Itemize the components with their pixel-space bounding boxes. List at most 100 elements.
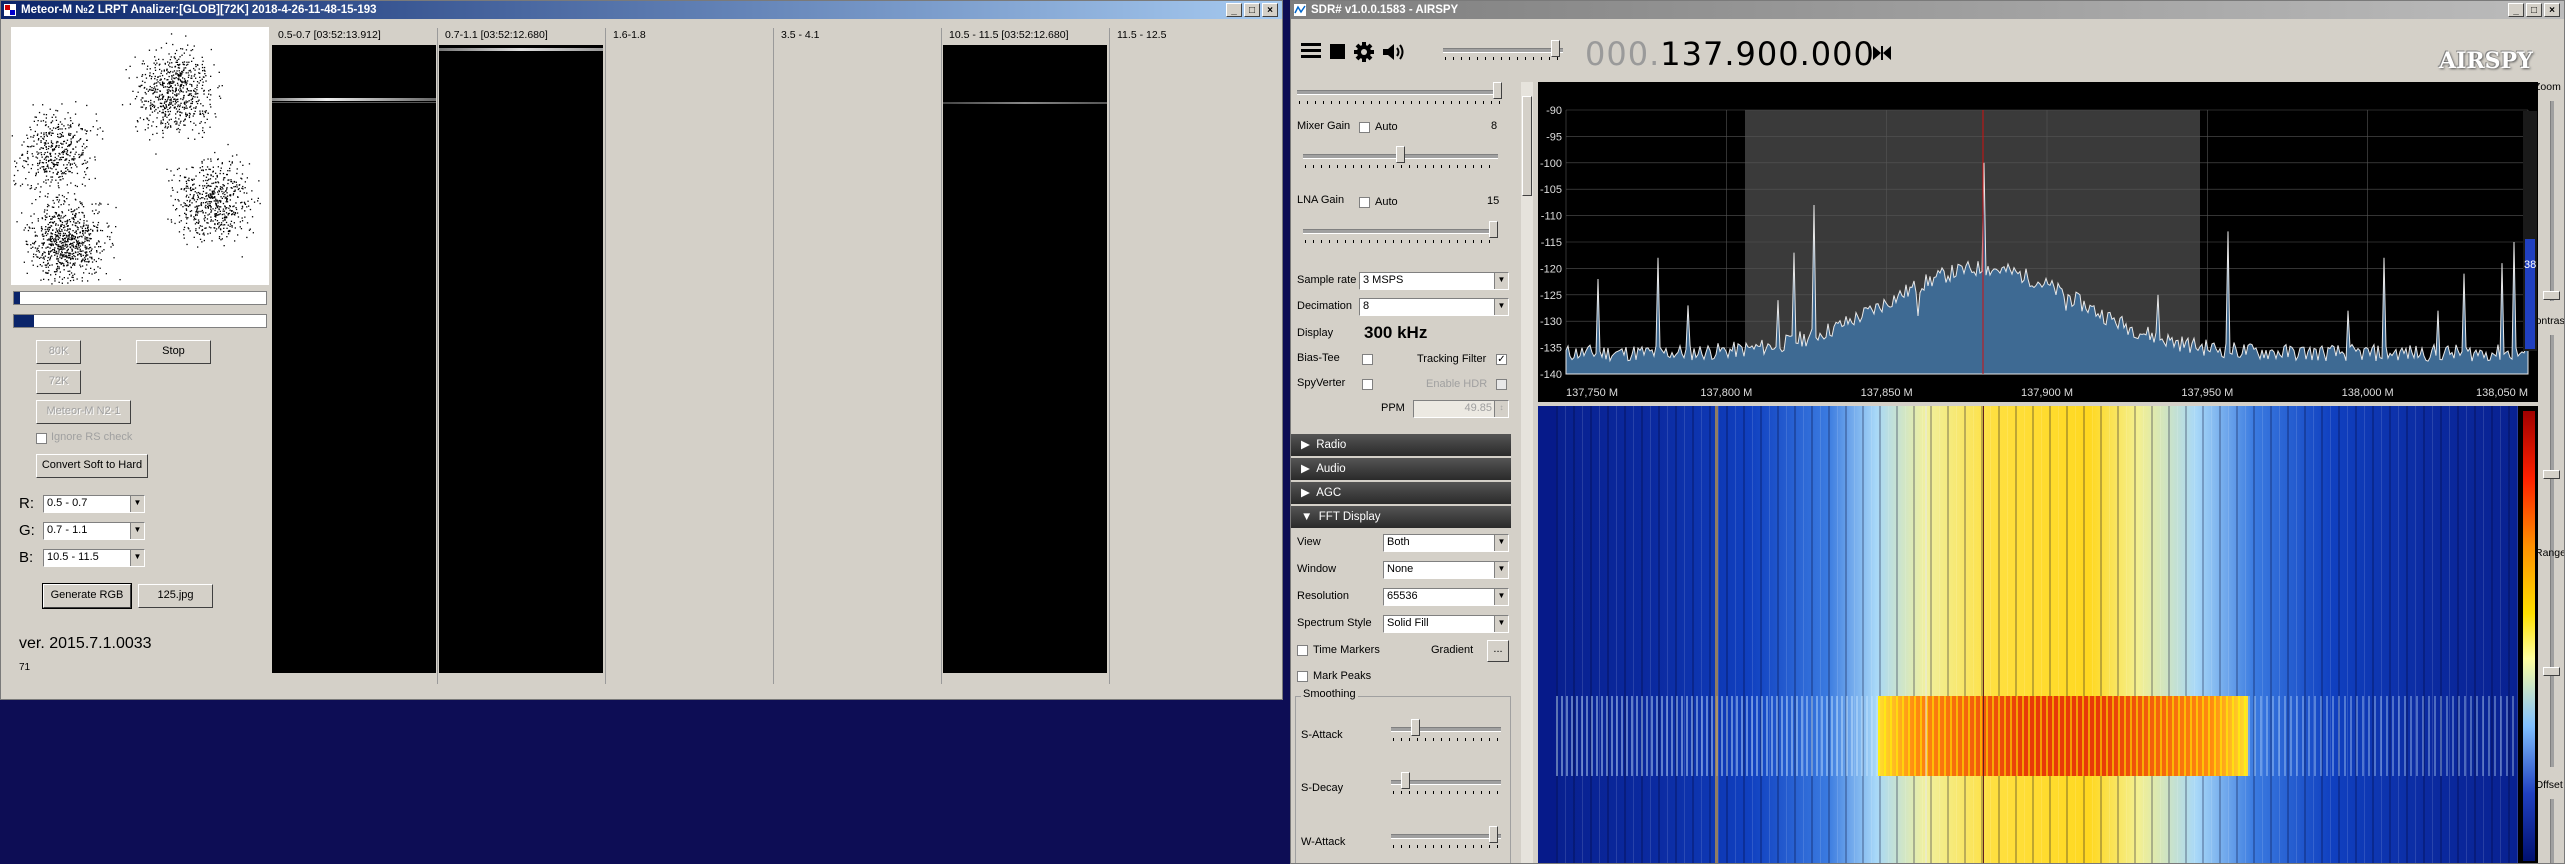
g-select[interactable]: 0.7 - 1.1 ▼ [43,522,145,540]
zoom-slider[interactable] [2542,101,2562,301]
gradient-button[interactable]: ... [1487,640,1509,662]
expand-arrow-icon: ▶ [1301,487,1317,499]
spectrum-style-select[interactable]: Solid Fill ▼ [1383,615,1509,633]
top-gain-slider[interactable] [1297,82,1502,104]
collapse-arrow-icon: ▼ [1301,511,1319,523]
gear-icon[interactable] [1353,41,1375,63]
close-button[interactable]: × [1262,3,1278,17]
close-button[interactable]: × [2544,3,2560,17]
view-select[interactable]: Both ▼ [1383,534,1509,552]
spectrum-analyzer[interactable]: -90 -95 -100 -105 -110 -115 -120 -125 -130 -135 -1… [1538,82,2538,402]
mark-peaks-label: Mark Peaks [1313,670,1372,682]
enable-hdr-checkbox[interactable] [1496,379,1507,390]
gradient-label: Gradient [1431,644,1474,656]
stop-button[interactable]: Stop [136,340,211,364]
audio-section-header[interactable]: ▶ Audio [1291,458,1511,480]
agc-section-header[interactable]: ▶ AGC [1291,482,1511,504]
channel-header-5: 10.5 - 11.5 [03:52:12.680] [949,29,1069,41]
db-tick-label: -140 [1540,369,1562,381]
maximize-button[interactable]: □ [2526,3,2542,17]
stop-icon[interactable] [1330,44,1345,59]
progress-bar-2 [13,314,267,328]
72k-button[interactable]: 72K [36,370,81,394]
time-markers-checkbox[interactable] [1297,645,1308,656]
sdr-title: SDR# v1.0.0.1583 - AIRSPY [1311,4,1459,16]
ignore-rs-checkbox[interactable] [36,433,47,444]
channel-divider [941,28,942,684]
lna-gain-auto-checkbox[interactable] [1359,197,1370,208]
range-slider[interactable] [2542,567,2562,767]
r-select[interactable]: 0.5 - 0.7 ▼ [43,495,145,513]
channel-image-2 [439,45,603,673]
generate-rgb-button[interactable]: Generate RGB [42,583,132,609]
volume-slider[interactable] [1443,40,1563,62]
spyverter-checkbox[interactable] [1362,379,1373,390]
ppm-spinner[interactable]: 49.85 ↕ [1413,400,1509,418]
mark-peaks-checkbox[interactable] [1297,671,1308,682]
b-select[interactable]: 10.5 - 11.5 ▼ [43,549,145,567]
frequency-tick-label: 137,800 M [1700,387,1752,399]
version-label: ver. 2015.7.1.0033 [19,635,152,652]
bias-tee-checkbox[interactable] [1362,354,1373,365]
radio-section-header[interactable]: ▶ Radio [1291,434,1511,456]
frequency-tick-label: 137,900 M [2021,387,2073,399]
offset-slider[interactable] [2542,799,2562,863]
expand-arrow-icon: ▶ [1301,439,1317,451]
sample-rate-label: Sample rate [1297,274,1357,286]
control-panel-scrollbar[interactable] [1521,82,1533,863]
channel-divider [605,28,606,684]
frequency-tick-label: 138,000 M [2342,387,2394,399]
channel-header-3: 1.6-1.8 [613,29,646,41]
w-attack-slider[interactable] [1391,826,1501,848]
control-panel: Mixer Gain Auto 8 LNA Gain Auto 15 Sampl… [1291,82,1517,863]
meteor-n21-button[interactable]: Meteor-M N2-1 [36,400,131,424]
lna-gain-slider[interactable] [1303,221,1498,243]
right-controls: Zoom Contrast Range Offset [2528,61,2565,863]
waterfall-display[interactable] [1538,406,2538,863]
fft-display-section-header[interactable]: ▼ FFT Display [1291,506,1511,528]
meteor-analyzer-window: Meteor-M №2 LRPT Analizer:[GLOB][72K] 20… [0,0,1283,700]
menu-icon[interactable] [1301,43,1321,59]
maximize-button[interactable]: □ [1244,3,1260,17]
spectrum-style-label: Spectrum Style [1297,617,1372,629]
resolution-select[interactable]: 65536 ▼ [1383,588,1509,606]
sdr-titlebar[interactable]: SDR# v1.0.0.1583 - AIRSPY _ □ × [1291,1,2564,19]
speaker-icon[interactable] [1381,42,1407,62]
tuning-mode-icon[interactable] [1871,44,1893,62]
db-tick-label: -125 [1540,290,1562,302]
convert-soft-to-hard-button[interactable]: Convert Soft to Hard [36,454,148,478]
mixer-gain-slider[interactable] [1303,146,1498,168]
offset-label: Offset [2535,779,2563,791]
constellation-plot [11,27,269,285]
expand-arrow-icon: ▶ [1301,463,1317,475]
channel-header-4: 3.5 - 4.1 [781,29,820,41]
ignore-rs-label: Ignore RS check [51,431,133,443]
bias-tee-label: Bias-Tee [1297,352,1340,364]
window-label: Window [1297,563,1337,575]
meteor-titlebar[interactable]: Meteor-M №2 LRPT Analizer:[GLOB][72K] 20… [1,1,1282,19]
range-label: Range [2535,547,2565,559]
decimation-select[interactable]: 8 ▼ [1359,298,1509,316]
signal-level-meter [2523,111,2537,351]
window-select[interactable]: None ▼ [1383,561,1509,579]
meteor-title: Meteor-M №2 LRPT Analizer:[GLOB][72K] 20… [21,4,377,16]
tracking-filter-checkbox[interactable]: ✓ [1496,354,1507,365]
s-decay-slider[interactable] [1391,772,1501,794]
mixer-gain-auto-checkbox[interactable] [1359,122,1370,133]
waterfall-gradient-bar [2523,411,2535,861]
80k-button[interactable]: 80K [36,340,81,364]
resolution-label: Resolution [1297,590,1349,602]
db-tick-label: -100 [1540,158,1562,170]
db-tick-label: -95 [1546,131,1562,143]
sample-rate-select[interactable]: 3 MSPS ▼ [1359,272,1509,290]
frequency-display[interactable]: 000.137.900.000 [1585,35,1875,73]
channel-header-1: 0.5-0.7 [03:52:13.912] [278,29,381,41]
db-tick-label: -110 [1541,211,1562,223]
minimize-button[interactable]: _ [2508,3,2524,17]
app-icon [4,4,16,16]
jpg-button[interactable]: 125.jpg [138,584,213,608]
minimize-button[interactable]: _ [1226,3,1242,17]
s-attack-slider[interactable] [1391,719,1501,741]
mixer-gain-auto-label: Auto [1375,121,1398,133]
channel-image-5 [943,45,1107,673]
